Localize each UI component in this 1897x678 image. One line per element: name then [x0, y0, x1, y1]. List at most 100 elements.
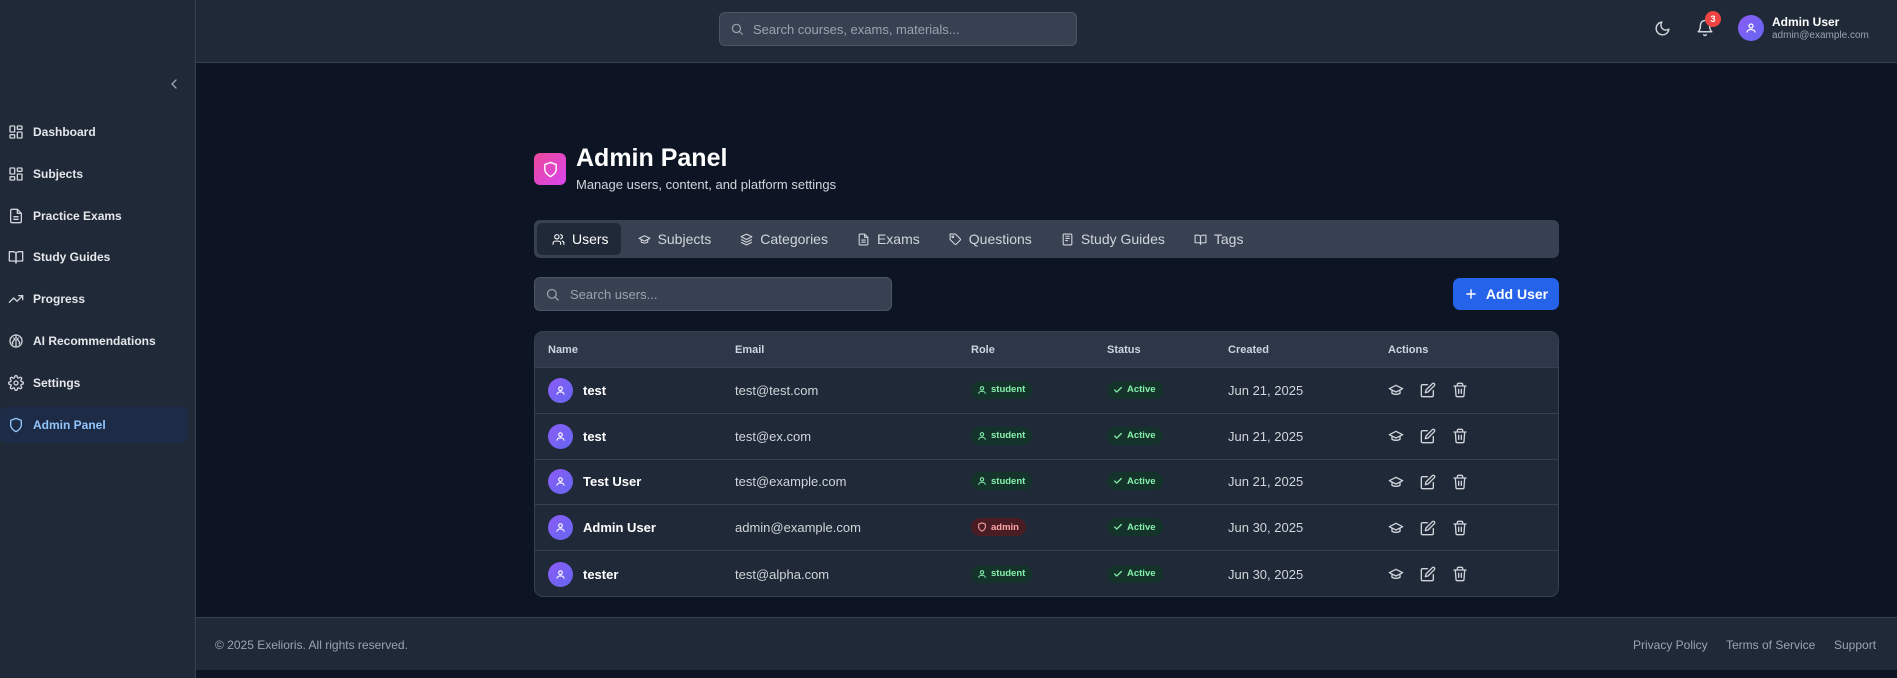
check-icon [1113, 569, 1123, 579]
edit-icon[interactable] [1420, 382, 1436, 398]
user-icon [555, 476, 566, 487]
graduation-cap-icon[interactable] [1388, 474, 1404, 490]
support-link[interactable]: Support [1834, 638, 1876, 652]
user-icon [555, 385, 566, 396]
column-header-name[interactable]: Name [535, 344, 735, 356]
sidebar-item-dashboard[interactable]: Dashboard [0, 114, 188, 150]
status-label: Active [1127, 568, 1156, 580]
role-badge: admin [971, 518, 1026, 537]
user-icon [1746, 23, 1756, 33]
avatar [548, 377, 573, 403]
moon-icon [1655, 21, 1670, 36]
tab-label: Categories [760, 231, 828, 247]
global-search[interactable] [719, 12, 1077, 46]
edit-icon[interactable] [1420, 428, 1436, 444]
sidebar-item-ai-recommendations[interactable]: AI Recommendations [0, 323, 188, 359]
role-cell: student [971, 564, 1107, 584]
status-label: Active [1127, 430, 1156, 442]
user-email: test@ex.com [735, 428, 812, 444]
column-header-created[interactable]: Created [1228, 344, 1388, 356]
user-name: tester [583, 566, 619, 582]
graduation-cap-icon[interactable] [1388, 520, 1404, 536]
status-badge: Active [1107, 426, 1163, 445]
tab-label: Questions [968, 231, 1032, 247]
user-cell: test [535, 377, 735, 403]
tab-tags[interactable]: Tags [1179, 223, 1256, 255]
graduation-cap-icon[interactable] [1388, 566, 1404, 582]
user-search[interactable] [534, 277, 892, 311]
table-body: test test@test.com student Active Jun 21, 20… [535, 368, 1558, 596]
sidebar-item-subjects[interactable]: Subjects [0, 156, 188, 192]
role-label: admin [991, 521, 1019, 533]
add-user-label: Add User [1485, 286, 1549, 302]
tab-exams[interactable]: Exams [842, 223, 932, 255]
tab-categories[interactable]: Categories [725, 223, 840, 255]
user-search-input[interactable] [570, 286, 870, 302]
tab-questions[interactable]: Questions [934, 223, 1044, 255]
shield-icon [977, 522, 987, 532]
user-name: test [583, 382, 607, 398]
collapse-sidebar-button[interactable] [166, 76, 182, 92]
tab-label: Exams [876, 231, 920, 247]
created-date: Jun 21, 2025 [1228, 474, 1304, 490]
privacy-policy-link[interactable]: Privacy Policy [1633, 638, 1708, 652]
trash-icon[interactable] [1452, 520, 1468, 536]
check-icon [1113, 476, 1123, 486]
user-name: test [583, 428, 607, 444]
add-user-button[interactable]: Add User [1453, 278, 1559, 310]
book-open-icon [1194, 233, 1207, 246]
graduation-cap-icon[interactable] [1388, 428, 1404, 444]
user-email: test@example.com [735, 474, 847, 490]
user-avatar[interactable] [1738, 15, 1764, 41]
graduation-cap-icon[interactable] [1388, 382, 1404, 398]
sidebar-item-study-guides[interactable]: Study Guides [0, 239, 188, 275]
created-date: Jun 21, 2025 [1228, 382, 1304, 398]
theme-toggle-button[interactable] [1654, 20, 1671, 37]
column-header-role[interactable]: Role [971, 344, 1107, 356]
sidebar-item-practice-exams[interactable]: Practice Exams [0, 198, 188, 234]
status-cell: Active [1107, 564, 1228, 584]
status-label: Active [1127, 521, 1156, 533]
users-icon [552, 233, 565, 246]
shield-icon [543, 161, 557, 177]
sidebar-item-label: AI Recommendations [33, 333, 156, 348]
column-header-email[interactable]: Email [735, 344, 971, 356]
table-row: test test@ex.com student Active Jun 21, 2025 [535, 414, 1558, 460]
check-icon [1113, 385, 1123, 395]
tab-users[interactable]: Users [537, 223, 621, 255]
graduation-cap-icon [638, 233, 651, 246]
tab-subjects[interactable]: Subjects [623, 223, 724, 255]
created-date: Jun 30, 2025 [1228, 566, 1304, 582]
role-cell: student [971, 472, 1107, 491]
column-header-status[interactable]: Status [1107, 344, 1228, 356]
edit-icon[interactable] [1420, 474, 1436, 490]
trash-icon[interactable] [1452, 566, 1468, 582]
column-header-actions: Actions [1388, 343, 1429, 356]
global-search-input[interactable] [753, 21, 1053, 37]
actions-cell [1388, 520, 1558, 536]
sidebar-item-settings[interactable]: Settings [0, 365, 188, 401]
edit-icon[interactable] [1420, 566, 1436, 582]
tab-label: Subjects [657, 231, 712, 247]
terms-of-service-link[interactable]: Terms of Service [1726, 638, 1815, 652]
sidebar-item-admin-panel[interactable]: Admin Panel [0, 406, 188, 443]
tab-label: Users [572, 231, 609, 247]
sidebar-item-label: Practice Exams [33, 208, 122, 223]
sidebar-item-label: Study Guides [33, 250, 111, 265]
document-icon [8, 208, 24, 224]
sidebar-item-label: Dashboard [33, 125, 96, 139]
tab-study-guides[interactable]: Study Guides [1046, 223, 1177, 255]
trash-icon[interactable] [1452, 474, 1468, 490]
user-icon [555, 522, 566, 533]
page-subtitle: Manage users, content, and platform sett… [576, 177, 837, 192]
created-date: Jun 30, 2025 [1228, 520, 1304, 536]
edit-icon[interactable] [1420, 520, 1436, 536]
avatar [548, 515, 573, 541]
trash-icon[interactable] [1452, 428, 1468, 444]
trash-icon[interactable] [1452, 382, 1468, 398]
sidebar-item-progress[interactable]: Progress [0, 281, 188, 317]
user-name: Admin User [583, 520, 656, 536]
table-row: Admin User admin@example.com admin Active Ju… [535, 505, 1558, 552]
user-icon [555, 569, 566, 580]
status-cell: Active [1107, 518, 1228, 537]
